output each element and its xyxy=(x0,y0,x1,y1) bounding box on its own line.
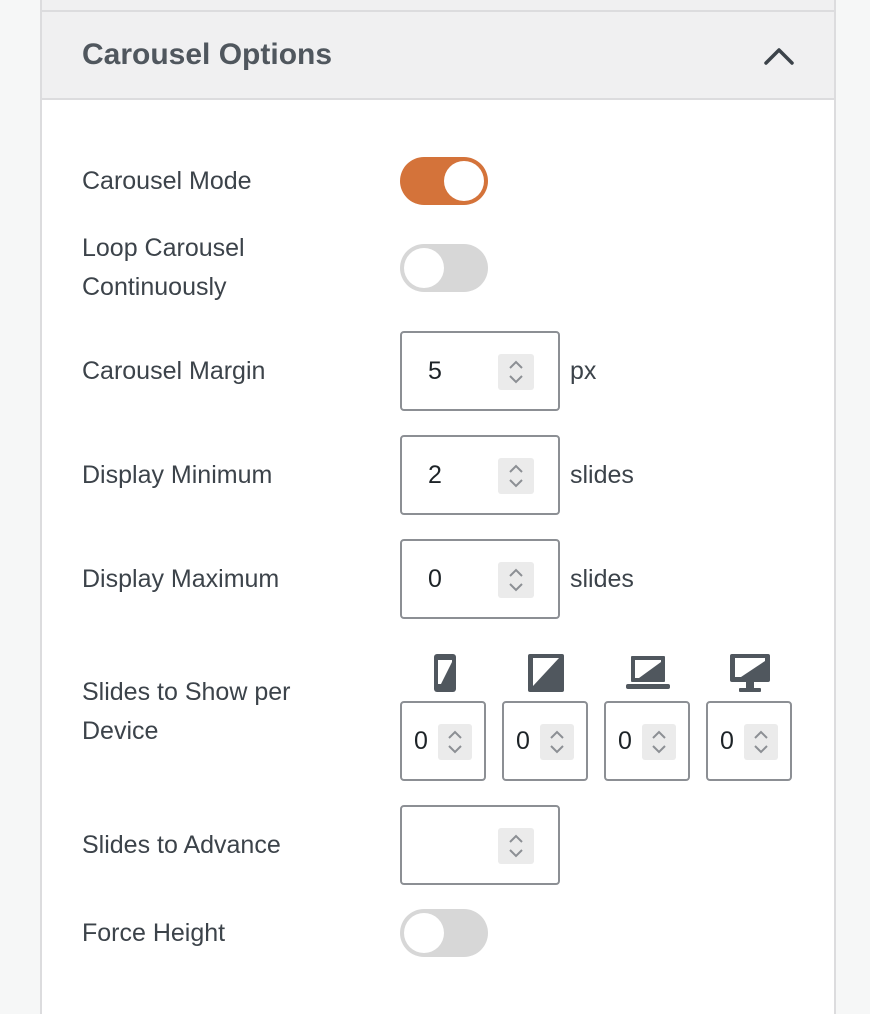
display-minimum-value: 2 xyxy=(428,461,442,489)
carousel-margin-value: 5 xyxy=(428,357,442,385)
display-minimum-unit: slides xyxy=(570,461,634,489)
force-height-toggle[interactable] xyxy=(400,909,488,957)
panel-title: Carousel Options xyxy=(82,38,333,71)
loop-carousel-label-line2: Continuously xyxy=(82,273,227,301)
force-height-label: Force Height xyxy=(82,919,226,947)
display-maximum-unit: slides xyxy=(570,565,634,593)
spinner-arrows-icon[interactable] xyxy=(438,724,472,760)
loop-carousel-toggle[interactable] xyxy=(400,244,488,292)
display-maximum-label: Display Maximum xyxy=(82,565,280,593)
carousel-mode-label: Carousel Mode xyxy=(82,167,252,195)
laptop-icon xyxy=(626,656,670,689)
previous-panel-edge xyxy=(42,0,834,12)
tablet-slides-input[interactable]: 0 xyxy=(502,701,588,781)
carousel-options-panel: Carousel Options Carousel Mode Loop Caro… xyxy=(40,0,836,1014)
laptop-slides-input[interactable]: 0 xyxy=(604,701,690,781)
slides-to-advance-input[interactable] xyxy=(400,805,560,885)
mobile-slides-value: 0 xyxy=(414,727,428,755)
spinner-arrows-icon[interactable] xyxy=(498,828,534,864)
toggle-knob xyxy=(404,248,444,288)
spinner-arrows-icon[interactable] xyxy=(498,354,534,390)
carousel-margin-label: Carousel Margin xyxy=(82,357,266,385)
laptop-slides-value: 0 xyxy=(618,727,632,755)
display-minimum-input[interactable]: 2 xyxy=(400,435,560,515)
mobile-icon xyxy=(434,654,456,692)
panel-header[interactable]: Carousel Options xyxy=(42,12,834,100)
carousel-margin-unit: px xyxy=(570,357,597,385)
slides-per-device-label-line2: Device xyxy=(82,717,159,745)
carousel-mode-toggle[interactable] xyxy=(400,157,488,205)
toggle-knob xyxy=(444,161,484,201)
spinner-arrows-icon[interactable] xyxy=(642,724,676,760)
display-maximum-input[interactable]: 0 xyxy=(400,539,560,619)
display-minimum-label: Display Minimum xyxy=(82,461,273,489)
tablet-slides-value: 0 xyxy=(516,727,530,755)
spinner-arrows-icon[interactable] xyxy=(540,724,574,760)
tablet-icon xyxy=(528,654,564,692)
spinner-arrows-icon[interactable] xyxy=(744,724,778,760)
mobile-slides-input[interactable]: 0 xyxy=(400,701,486,781)
spinner-arrows-icon[interactable] xyxy=(498,458,534,494)
carousel-margin-input[interactable]: 5 xyxy=(400,331,560,411)
slides-per-device-label-line1: Slides to Show per xyxy=(82,678,291,706)
chevron-up-icon[interactable] xyxy=(762,44,796,68)
desktop-slides-value: 0 xyxy=(720,727,734,755)
spinner-arrows-icon[interactable] xyxy=(498,562,534,598)
desktop-icon xyxy=(730,654,770,692)
loop-carousel-label-line1: Loop Carousel xyxy=(82,234,245,262)
desktop-slides-input[interactable]: 0 xyxy=(706,701,792,781)
display-maximum-value: 0 xyxy=(428,565,442,593)
slides-to-advance-label: Slides to Advance xyxy=(82,831,281,859)
toggle-knob xyxy=(404,913,444,953)
